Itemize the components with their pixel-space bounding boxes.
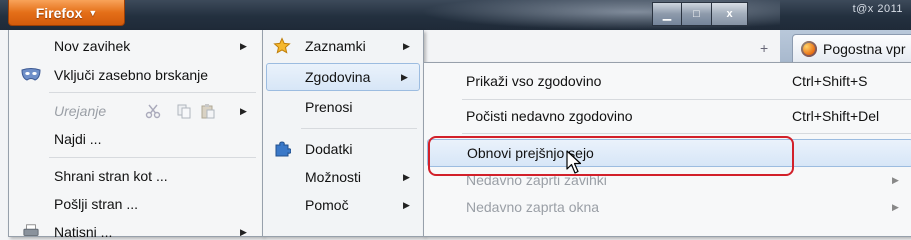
maximize-button[interactable]: □ (682, 2, 712, 26)
chevron-down-icon: ▼ (88, 7, 98, 18)
menu-item-label: Počisti nedavno zgodovino (466, 108, 633, 124)
menu-item-edit[interactable]: Urejanje ▶ (9, 98, 262, 124)
menu-item-label: Možnosti (305, 169, 362, 185)
menu-item-show-all-history[interactable]: Prikaži vso zgodovino Ctrl+Shift+S (424, 68, 911, 94)
menu-item-save-page-as[interactable]: Shrani stran kot ... (9, 163, 262, 189)
menu-item-private-browsing[interactable]: Vključi zasebno brskanje (9, 62, 262, 88)
menu-item-send-page[interactable]: Pošlji stran ... (9, 191, 262, 217)
menu-item-history[interactable]: Zgodovina ▶ (266, 63, 420, 91)
menu-item-label: Urejanje (54, 103, 107, 119)
title-bar (0, 0, 911, 30)
submenu-arrow-icon: ▶ (240, 105, 247, 116)
minimize-button[interactable]: ▁ (652, 2, 682, 26)
menu-separator (49, 92, 256, 93)
menu-item-downloads[interactable]: Prenosi (263, 94, 423, 120)
menu-separator (462, 99, 911, 100)
menu-item-label: Vključi zasebno brskanje (54, 67, 209, 83)
menu-item-new-tab[interactable]: Nov zavihek ▶ (9, 33, 262, 59)
menu-item-addons[interactable]: Dodatki (263, 136, 423, 162)
submenu-arrow-icon: ▶ (240, 40, 247, 51)
menu-item-find[interactable]: Najdi ... (9, 126, 262, 152)
title-edge-text: t@x 2011 (852, 3, 903, 15)
menu-item-label: Prenosi (305, 99, 353, 115)
menu-item-label: Nov zavihek (54, 38, 131, 54)
submenu-arrow-icon: ▶ (401, 71, 408, 82)
firefox-logo-icon (801, 40, 817, 57)
copy-icon[interactable] (176, 103, 192, 119)
submenu-arrow-icon: ▶ (892, 174, 899, 185)
keyboard-shortcut: Ctrl+Shift+Del (792, 108, 880, 124)
tab-title: Pogostna vpr (823, 40, 906, 57)
firefox-menu-button[interactable]: Firefox ▼ (8, 0, 125, 26)
menu-item-label: Zaznamki (305, 38, 366, 54)
puzzle-icon (273, 140, 291, 158)
menu-separator (301, 128, 417, 129)
mask-icon (21, 68, 41, 82)
firefox-button-label: Firefox (35, 4, 83, 21)
menu-separator (49, 157, 256, 158)
menu-item-recently-closed-windows[interactable]: Nedavno zaprta okna ▶ (424, 194, 911, 220)
menu-item-label: Nedavno zaprta okna (466, 199, 600, 215)
submenu-arrow-icon: ▶ (892, 201, 899, 212)
menu-separator (462, 133, 911, 134)
printer-icon (23, 223, 39, 239)
cut-icon[interactable] (145, 103, 161, 119)
menu-item-clear-recent-history[interactable]: Počisti nedavno zgodovino Ctrl+Shift+Del (424, 103, 911, 129)
firefox-side-menu: Zaznamki ▶ Zgodovina ▶ Prenosi Dodatki M… (262, 30, 424, 237)
annotation-highlight (428, 136, 794, 176)
menu-item-print[interactable]: Natisni ... ▶ (9, 219, 262, 240)
submenu-arrow-icon: ▶ (403, 171, 410, 182)
submenu-arrow-icon: ▶ (240, 226, 247, 237)
mouse-cursor-icon (566, 150, 584, 176)
close-button[interactable]: x (712, 2, 748, 26)
menu-item-label: Zgodovina (305, 69, 371, 85)
keyboard-shortcut: Ctrl+Shift+S (792, 73, 868, 89)
menu-item-help[interactable]: Pomoč ▶ (263, 192, 423, 218)
menu-item-label: Najdi ... (54, 131, 102, 147)
menu-item-label: Natisni ... (54, 224, 113, 240)
menu-item-label: Shrani stran kot ... (54, 168, 168, 184)
menu-item-label: Pomoč (305, 197, 349, 213)
menu-item-label: Dodatki (305, 141, 353, 157)
window-controls: ▁ □ x (652, 2, 748, 26)
menu-item-label: Prikaži vso zgodovino (466, 73, 602, 89)
star-icon (273, 37, 291, 55)
submenu-arrow-icon: ▶ (403, 199, 410, 210)
firefox-main-menu: Nov zavihek ▶ Vključi zasebno brskanje U… (8, 30, 263, 240)
browser-tab[interactable]: Pogostna vpr (792, 34, 911, 62)
menu-item-options[interactable]: Možnosti ▶ (263, 164, 423, 190)
new-tab-button[interactable]: + (760, 40, 768, 56)
menu-item-label: Pošlji stran ... (54, 196, 139, 212)
paste-icon[interactable] (200, 103, 216, 119)
menu-item-bookmarks[interactable]: Zaznamki ▶ (263, 33, 423, 59)
submenu-arrow-icon: ▶ (403, 40, 410, 51)
